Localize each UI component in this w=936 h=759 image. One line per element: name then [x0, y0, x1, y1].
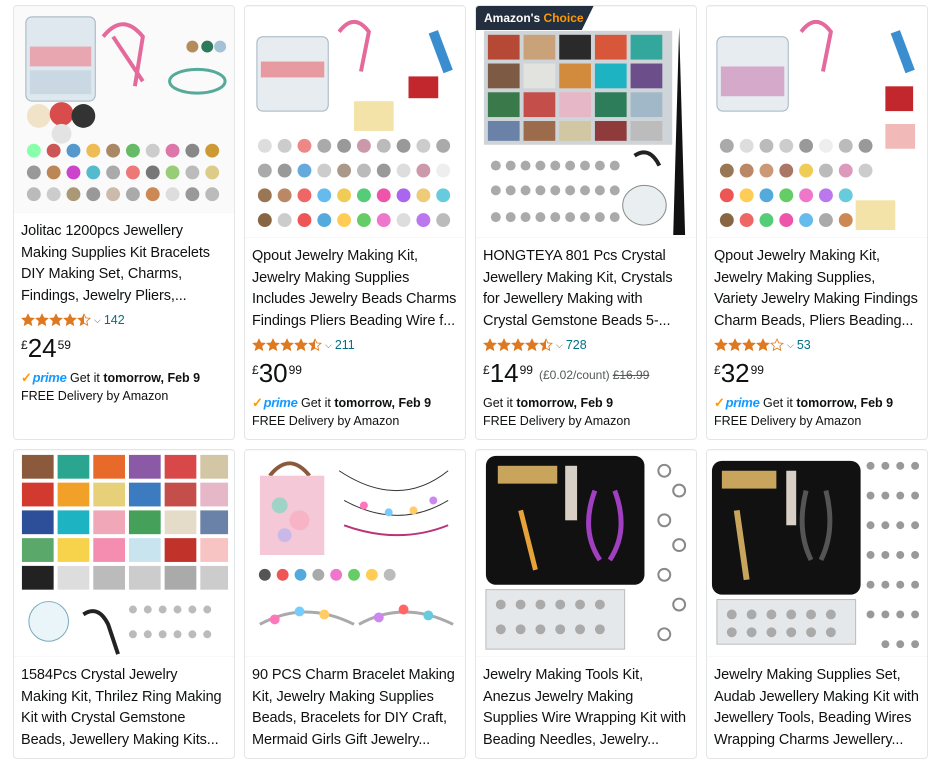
product-title[interactable]: 90 PCS Charm Bracelet Making Kit, Jewelr…	[252, 665, 458, 751]
star-icon	[483, 338, 497, 352]
product-title[interactable]: Jewelry Making Tools Kit, Anezus Jewelry…	[483, 665, 689, 751]
product-title[interactable]: Jolitac 1200pcs Jewellery Making Supplie…	[21, 221, 227, 307]
star-icon	[742, 338, 756, 352]
jewellery-kit-image	[707, 7, 927, 237]
star-icon	[770, 338, 784, 352]
star-icon	[252, 338, 266, 352]
product-card[interactable]: Jolitac 1200pcs Jewellery Making Supplie…	[13, 5, 235, 440]
star-icon	[280, 338, 294, 352]
rating[interactable]: ⌵ 211	[252, 336, 458, 354]
star-icon	[266, 338, 280, 352]
product-image[interactable]	[245, 450, 465, 657]
star-icon	[511, 338, 525, 352]
product-image[interactable]	[245, 6, 465, 238]
review-count[interactable]: 211	[335, 338, 355, 352]
product-card[interactable]: Qpout Jewelry Making Kit, Jewelry Making…	[244, 5, 466, 440]
product-card[interactable]: 1584Pcs Crystal Jewelry Making Kit, Thri…	[13, 449, 235, 759]
tool-kit-image	[476, 450, 696, 657]
jewellery-kit-image	[14, 6, 234, 213]
chevron-down-icon: ⌵	[94, 314, 101, 325]
star-icon	[539, 338, 553, 352]
product-image[interactable]	[476, 450, 696, 657]
star-icon	[63, 313, 77, 327]
prime-logo-icon: ✓prime	[21, 370, 67, 385]
rating[interactable]: ⌵ 142	[21, 311, 227, 329]
price[interactable]: £ 14 99 (£0.02/count) £16.99	[483, 360, 689, 390]
star-icon	[35, 313, 49, 327]
product-title[interactable]: Qpout Jewelry Making Kit, Jewelry Making…	[252, 246, 458, 332]
product-card[interactable]: Jewelry Making Supplies Set, Audab Jewel…	[706, 449, 928, 759]
star-icon	[308, 338, 322, 352]
star-icon	[756, 338, 770, 352]
prime-logo-icon: ✓prime	[714, 395, 760, 410]
star-rating-icon	[21, 313, 91, 327]
price[interactable]: £ 24 59	[21, 335, 227, 365]
tool-kit-image	[707, 450, 927, 657]
delivery-info: ✓prime Get it tomorrow, Feb 9 FREE Deliv…	[252, 395, 432, 428]
star-rating-icon	[252, 338, 322, 352]
charm-bracelet-kit-image	[245, 450, 465, 657]
list-price: £16.99	[612, 368, 650, 382]
delivery-info: Get it tomorrow, Feb 9 FREE Delivery by …	[483, 396, 631, 428]
product-card[interactable]: Jewelry Making Tools Kit, Anezus Jewelry…	[475, 449, 697, 759]
product-card[interactable]: 90 PCS Charm Bracelet Making Kit, Jewelr…	[244, 449, 466, 759]
prime-logo-icon: ✓prime	[252, 395, 298, 410]
amazons-choice-badge: Amazon's Choice	[476, 6, 594, 30]
review-count[interactable]: 53	[797, 338, 811, 352]
chevron-down-icon: ⌵	[325, 339, 332, 350]
product-card[interactable]: Amazon's Choice HONGTEYA 801 Pcs Crystal…	[475, 5, 697, 440]
jewellery-kit-image	[245, 7, 465, 237]
crystal-kit-image	[476, 7, 696, 237]
star-icon	[21, 313, 35, 327]
product-title[interactable]: Qpout Jewelry Making Kit, Jewelry Making…	[714, 246, 920, 332]
star-icon	[497, 338, 511, 352]
product-image[interactable]	[14, 450, 234, 657]
price[interactable]: £ 30 99	[252, 360, 458, 390]
star-icon	[728, 338, 742, 352]
delivery-info: ✓prime Get it tomorrow, Feb 9 FREE Deliv…	[21, 370, 201, 403]
product-image[interactable]	[707, 6, 927, 238]
rating[interactable]: ⌵ 728	[483, 336, 689, 354]
review-count[interactable]: 728	[566, 338, 587, 352]
product-title[interactable]: HONGTEYA 801 Pcs Crystal Jewellery Makin…	[483, 246, 689, 332]
star-icon	[294, 338, 308, 352]
chevron-down-icon: ⌵	[787, 339, 794, 350]
chevron-down-icon: ⌵	[556, 339, 563, 350]
star-rating-icon	[483, 338, 553, 352]
unit-price: (£0.02/count)	[538, 368, 610, 382]
star-icon	[714, 338, 728, 352]
star-icon	[77, 313, 91, 327]
star-icon	[49, 313, 63, 327]
delivery-info: ✓prime Get it tomorrow, Feb 9 FREE Deliv…	[714, 395, 894, 428]
product-image[interactable]	[707, 450, 927, 657]
product-card[interactable]: Qpout Jewelry Making Kit, Jewelry Making…	[706, 5, 928, 440]
rating[interactable]: ⌵ 53	[714, 336, 920, 354]
star-rating-icon	[714, 338, 784, 352]
star-icon	[525, 338, 539, 352]
product-image[interactable]: Amazon's Choice	[476, 6, 696, 238]
product-image[interactable]	[14, 6, 234, 213]
price[interactable]: £ 32 99	[714, 360, 920, 390]
review-count[interactable]: 142	[104, 313, 125, 327]
product-title[interactable]: Jewelry Making Supplies Set, Audab Jewel…	[714, 665, 920, 751]
product-title[interactable]: 1584Pcs Crystal Jewelry Making Kit, Thri…	[21, 665, 227, 751]
crystal-kit-image	[14, 450, 234, 657]
